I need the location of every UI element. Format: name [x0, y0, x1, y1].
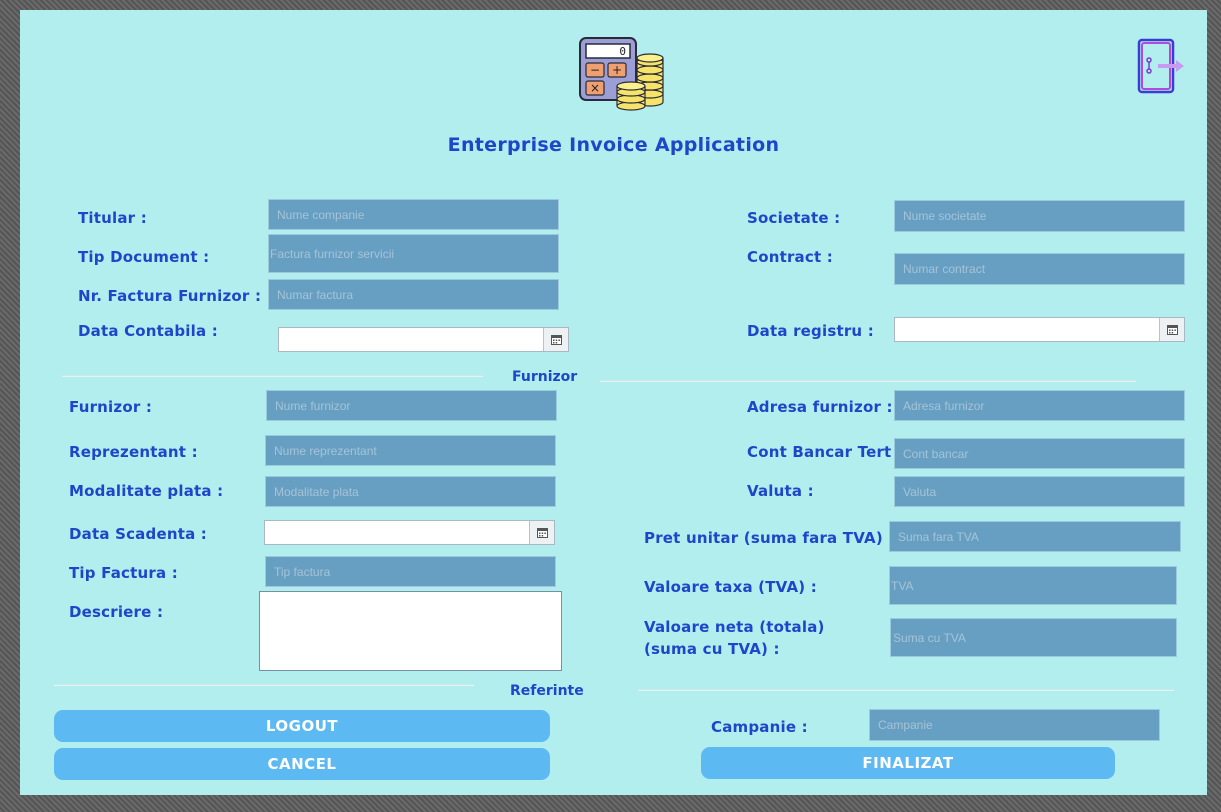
- adresa-furnizor-input[interactable]: Adresa furnizor: [894, 390, 1185, 421]
- furnizor-input[interactable]: Nume furnizor: [266, 390, 557, 421]
- data-registru-label: Data registru :: [747, 322, 874, 340]
- calendar-icon: [550, 334, 562, 345]
- tip-document-input[interactable]: Factura furnizor servicii: [268, 234, 559, 273]
- reprezentant-input[interactable]: Nume reprezentant: [265, 435, 556, 466]
- svg-text:×: ×: [590, 81, 600, 95]
- societate-label: Societate :: [747, 209, 841, 227]
- contract-input[interactable]: Numar contract: [894, 253, 1185, 285]
- data-scadenta-label: Data Scadenta :: [69, 525, 208, 543]
- calculator-coins-icon: 0 − + ×: [579, 37, 664, 111]
- calendar-icon: [1166, 324, 1178, 335]
- logout-button[interactable]: LOGOUT: [54, 710, 550, 742]
- data-scadenta-picker[interactable]: [264, 520, 555, 545]
- valoare-neta-label-line2: (suma cu TVA) :: [644, 640, 780, 658]
- calendar-button[interactable]: [1159, 318, 1184, 341]
- separator-line: [600, 380, 1136, 382]
- campanie-input[interactable]: Campanie: [869, 709, 1160, 741]
- descriere-textarea[interactable]: [259, 591, 562, 671]
- svg-text:+: +: [612, 63, 622, 77]
- separator-line: [62, 375, 483, 377]
- pret-unitar-input[interactable]: Suma fara TVA: [889, 521, 1181, 552]
- reprezentant-label: Reprezentant :: [69, 443, 198, 461]
- nr-factura-input[interactable]: Numar factura: [268, 279, 559, 310]
- valoare-neta-label-line1: Valoare neta (totala): [644, 618, 825, 636]
- titular-label: Titular :: [78, 209, 147, 227]
- valuta-input[interactable]: Valuta: [894, 476, 1185, 507]
- calendar-icon: [536, 527, 548, 538]
- valoare-taxa-input[interactable]: TVA: [889, 566, 1177, 605]
- data-registru-picker[interactable]: [894, 317, 1185, 342]
- valoare-neta-input[interactable]: Suma cu TVA: [890, 618, 1177, 657]
- calendar-button[interactable]: [529, 521, 554, 544]
- logout-door-icon: [1137, 38, 1184, 94]
- furnizor-label: Furnizor :: [69, 398, 153, 416]
- calendar-button[interactable]: [543, 328, 568, 351]
- data-contabila-label: Data Contabila :: [78, 322, 218, 340]
- valoare-taxa-label: Valoare taxa (TVA) :: [644, 578, 817, 596]
- pret-unitar-label: Pret unitar (suma fara TVA) :: [644, 529, 895, 547]
- cont-bancar-label: Cont Bancar Tert :: [747, 443, 904, 461]
- separator-line: [638, 689, 1174, 691]
- app-title: Enterprise Invoice Application: [447, 134, 780, 156]
- logout-door-button[interactable]: [1136, 38, 1186, 98]
- tip-factura-input[interactable]: Tip factura: [265, 556, 556, 587]
- section-title-referinte: Referinte: [510, 683, 584, 699]
- section-title-furnizor: Furnizor: [512, 369, 578, 385]
- tip-factura-label: Tip Factura :: [69, 564, 178, 582]
- svg-text:−: −: [590, 63, 600, 77]
- finalizat-button[interactable]: FINALIZAT: [701, 747, 1115, 779]
- valuta-label: Valuta :: [747, 482, 814, 500]
- invoice-form-panel: 0 − + × Enterprise Invoice Application T…: [20, 10, 1207, 795]
- descriere-label: Descriere :: [69, 603, 164, 621]
- modalitate-plata-input[interactable]: Modalitate plata: [265, 476, 556, 507]
- adresa-furnizor-label: Adresa furnizor :: [747, 398, 893, 416]
- titular-input[interactable]: Nume companie: [268, 199, 559, 230]
- societate-input[interactable]: Nume societate: [894, 200, 1185, 232]
- cont-bancar-input[interactable]: Cont bancar: [894, 438, 1185, 469]
- campanie-label: Campanie :: [711, 718, 808, 736]
- calculator-display: 0: [619, 45, 626, 58]
- tip-document-label: Tip Document :: [78, 248, 210, 266]
- cancel-button[interactable]: CANCEL: [54, 748, 550, 780]
- nr-factura-label: Nr. Factura Furnizor :: [78, 287, 262, 305]
- separator-line: [54, 684, 474, 686]
- contract-label: Contract :: [747, 248, 833, 266]
- modalitate-plata-label: Modalitate plata :: [69, 482, 224, 500]
- data-contabila-picker[interactable]: [278, 327, 569, 352]
